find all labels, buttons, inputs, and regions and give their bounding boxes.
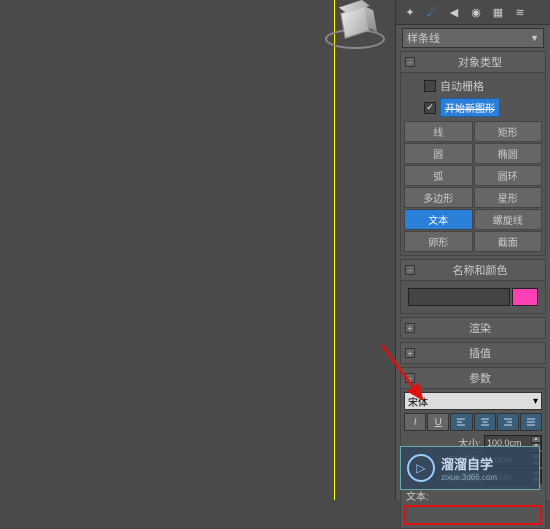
render-title: 渲染	[419, 320, 541, 336]
chevron-down-icon: ▼	[530, 33, 539, 43]
chevron-down-icon: ▾	[533, 396, 538, 407]
shape-ngon[interactable]: 多边形	[404, 187, 473, 208]
align-right-button[interactable]	[497, 413, 519, 431]
shape-rect[interactable]: 矩形	[474, 121, 543, 142]
object-type-rollout-head[interactable]: - 对象类型	[400, 51, 546, 73]
command-panel: ✦ ☄ ◀ ◉ ▦ ≋ 样条线 ▼ - 对象类型 自动栅格 ✓ 开始新图形 线 …	[395, 0, 550, 500]
utilities-tab-icon[interactable]: ≋	[512, 4, 528, 20]
highlight-annotation	[404, 505, 542, 525]
interp-title: 插值	[419, 345, 541, 361]
plus-icon: +	[405, 323, 415, 333]
axis-line	[334, 0, 335, 500]
modify-tab-icon[interactable]: ☄	[424, 4, 440, 20]
shape-donut[interactable]: 圆环	[474, 165, 543, 186]
category-dropdown[interactable]: 样条线 ▼	[402, 28, 544, 48]
shape-buttons-grid: 线 矩形 圆 椭圆 弧 圆环 多边形 星形 文本 螺旋线 卵形 截面	[404, 121, 542, 252]
underline-button[interactable]: U	[427, 413, 449, 431]
shape-line[interactable]: 线	[404, 121, 473, 142]
autogrid-checkbox[interactable]	[424, 80, 436, 92]
startnew-button[interactable]: 开始新图形	[440, 98, 500, 117]
display-tab-icon[interactable]: ▦	[490, 4, 506, 20]
shape-egg[interactable]: 卵形	[404, 231, 473, 252]
watermark: ▷ 溜溜自学 zixue.3d66.com	[400, 446, 540, 490]
spin-up-icon[interactable]: ▴	[531, 436, 541, 443]
shape-ellipse[interactable]: 椭圆	[474, 143, 543, 164]
format-row: I U	[404, 413, 542, 434]
shape-arc[interactable]: 弧	[404, 165, 473, 186]
watermark-url: zixue.3d66.com	[441, 473, 497, 482]
minus-icon: -	[405, 265, 415, 275]
object-type-body: 自动栅格 ✓ 开始新图形 线 矩形 圆 椭圆 弧 圆环 多边形 星形 文本 螺旋…	[400, 73, 546, 256]
shape-circle[interactable]: 圆	[404, 143, 473, 164]
render-rollout-head[interactable]: + 渲染	[400, 317, 546, 339]
name-color-rollout-head[interactable]: - 名称和颜色	[400, 259, 546, 281]
align-left-button[interactable]	[450, 413, 472, 431]
minus-icon: -	[405, 57, 415, 67]
startnew-checkbox[interactable]: ✓	[424, 102, 436, 114]
minus-icon: -	[405, 373, 415, 383]
viewport[interactable]	[0, 0, 395, 500]
watermark-title: 溜溜自学	[441, 454, 497, 473]
font-name: 宋体	[408, 394, 428, 409]
shape-section[interactable]: 截面	[474, 231, 543, 252]
align-center-button[interactable]	[474, 413, 496, 431]
name-color-title: 名称和颜色	[419, 262, 541, 278]
panel-tabs: ✦ ☄ ◀ ◉ ▦ ≋	[396, 0, 550, 25]
italic-button[interactable]: I	[404, 413, 426, 431]
create-tab-icon[interactable]: ✦	[402, 4, 418, 20]
color-swatch[interactable]	[512, 288, 538, 306]
category-label: 样条线	[407, 30, 440, 46]
plus-icon: +	[405, 348, 415, 358]
interp-rollout-head[interactable]: + 插值	[400, 342, 546, 364]
autogrid-label: 自动栅格	[440, 78, 484, 94]
shape-text[interactable]: 文本	[404, 209, 473, 230]
object-name-input[interactable]	[408, 288, 510, 306]
params-rollout-head[interactable]: - 参数	[400, 367, 546, 389]
object-type-title: 对象类型	[419, 54, 541, 70]
align-justify-button[interactable]	[520, 413, 542, 431]
motion-tab-icon[interactable]: ◉	[468, 4, 484, 20]
params-title: 参数	[419, 370, 541, 386]
hierarchy-tab-icon[interactable]: ◀	[446, 4, 462, 20]
name-color-body	[400, 281, 546, 314]
shape-star[interactable]: 星形	[474, 187, 543, 208]
shape-helix[interactable]: 螺旋线	[474, 209, 543, 230]
play-icon: ▷	[407, 454, 435, 482]
font-dropdown[interactable]: 宋体 ▾	[404, 392, 542, 410]
viewcube[interactable]	[325, 5, 385, 55]
